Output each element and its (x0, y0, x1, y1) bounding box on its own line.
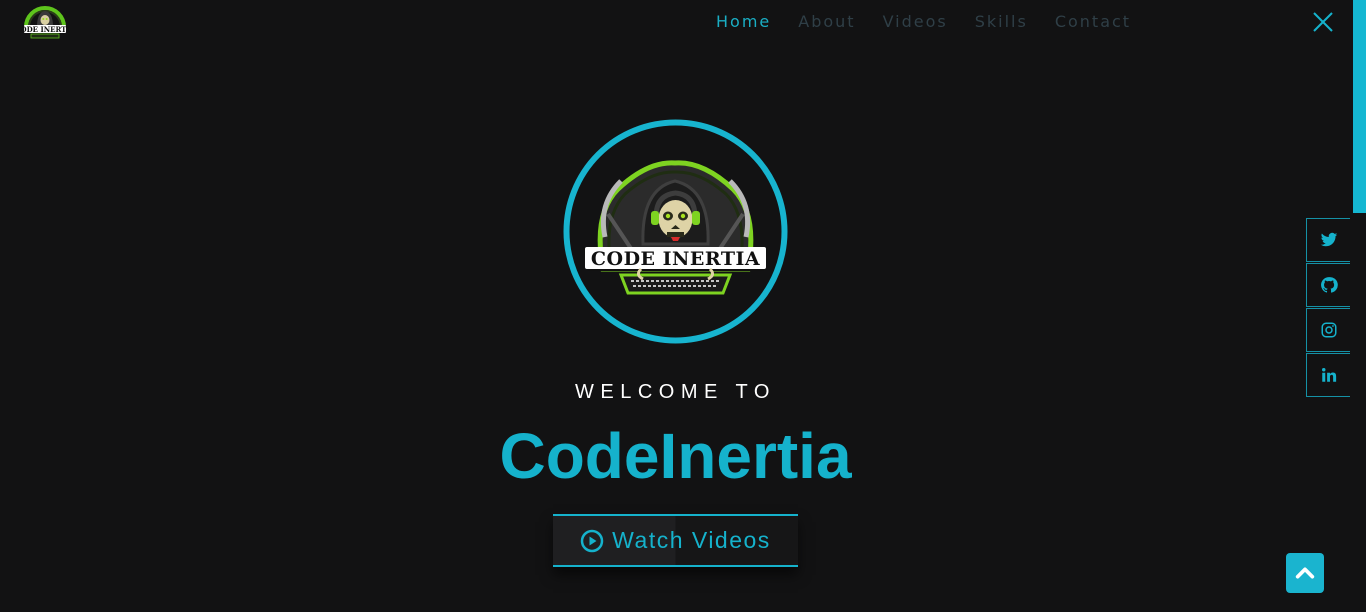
twitter-icon (1320, 232, 1337, 247)
social-github[interactable] (1306, 263, 1350, 307)
instagram-icon (1321, 322, 1336, 338)
scroll-to-top-button[interactable] (1286, 553, 1324, 593)
nav-about[interactable]: About (798, 12, 855, 32)
social-instagram[interactable] (1306, 308, 1350, 352)
close-icon (1313, 12, 1333, 32)
svg-text:CODE INERTIA: CODE INERTIA (591, 248, 760, 270)
brand-title: CodeInertia (499, 420, 852, 492)
nav-contact[interactable]: Contact (1055, 12, 1131, 32)
linkedin-icon (1321, 368, 1336, 382)
play-circle-icon (580, 529, 604, 552)
watch-videos-label: Watch Videos (612, 527, 771, 553)
social-sidebar (1306, 218, 1351, 398)
welcome-text: WELCOME TO (575, 381, 776, 403)
page: CODE INERTIA Home About Videos Skills Co… (0, 0, 1366, 612)
github-icon (1320, 277, 1338, 293)
social-twitter[interactable] (1306, 218, 1350, 262)
nav-skills[interactable]: Skills (975, 12, 1028, 32)
site-logo[interactable]: CODE INERTIA (15, 3, 76, 41)
chevron-up-icon (1295, 567, 1315, 579)
main-nav: Home About Videos Skills Contact (716, 12, 1158, 32)
svg-text:CODE INERTIA: CODE INERTIA (20, 25, 70, 34)
social-linkedin[interactable] (1306, 353, 1350, 397)
nav-home[interactable]: Home (716, 12, 771, 32)
logo-icon: CODE INERTIA (15, 6, 76, 39)
watch-videos-button[interactable]: Watch Videos (553, 514, 798, 567)
scrollbar[interactable] (1351, 0, 1366, 612)
hero-logo: CODE INERTIA (563, 119, 788, 344)
code-inertia-logo-icon: CODE INERTIA (563, 119, 788, 344)
close-menu-button[interactable] (1312, 11, 1334, 33)
nav-videos[interactable]: Videos (883, 12, 948, 32)
scrollbar-thumb[interactable] (1353, 0, 1366, 213)
